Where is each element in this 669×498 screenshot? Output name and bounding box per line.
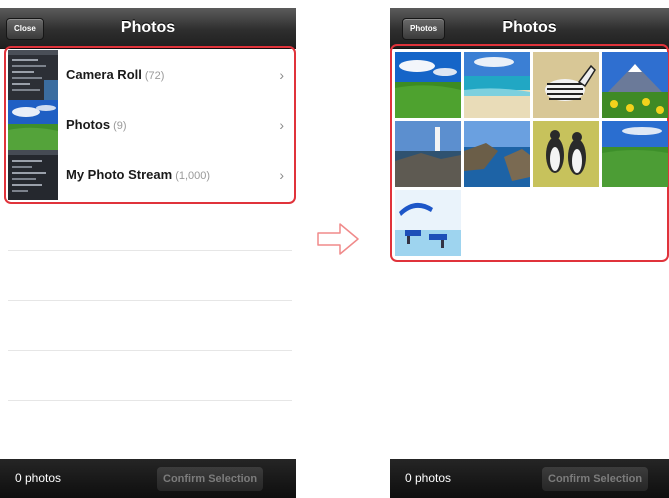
confirm-selection-button[interactable]: Confirm Selection — [542, 467, 649, 491]
photo-thumbnail[interactable] — [395, 190, 461, 256]
divider — [8, 350, 292, 351]
photo-thumbnail[interactable] — [533, 52, 599, 118]
highlight-box — [4, 46, 296, 204]
photo-thumbnail[interactable] — [395, 52, 461, 118]
divider — [8, 250, 292, 251]
photo-count-label: 0 photos — [405, 471, 452, 485]
divider — [8, 300, 292, 301]
photo-thumbnail[interactable] — [533, 121, 599, 187]
right-arrow-icon — [316, 222, 360, 261]
close-button[interactable]: Close — [6, 18, 44, 40]
photo-count-label: 0 photos — [15, 471, 62, 485]
bottom-toolbar: 0 photos Confirm Selection — [0, 459, 296, 498]
back-button[interactable]: Photos — [402, 18, 446, 40]
navigation-bar: Photos Photos — [390, 8, 669, 49]
photo-grid-screen: Photos Photos 0 photos Confirm Selection — [390, 0, 669, 498]
photo-thumbnail[interactable] — [602, 52, 668, 118]
photo-thumbnail[interactable] — [395, 121, 461, 187]
photo-thumbnail[interactable] — [464, 52, 530, 118]
navigation-bar: Photos Close — [0, 8, 296, 49]
photo-thumbnail[interactable] — [602, 121, 668, 187]
divider — [8, 400, 292, 401]
nav-title: Photos — [120, 19, 176, 36]
bottom-toolbar: 0 photos Confirm Selection — [390, 459, 669, 498]
photo-thumbnail[interactable] — [464, 121, 530, 187]
confirm-selection-button[interactable]: Confirm Selection — [157, 467, 264, 491]
album-list-screen: Photos Close Camera Roll (72) › Photos (… — [0, 0, 296, 498]
